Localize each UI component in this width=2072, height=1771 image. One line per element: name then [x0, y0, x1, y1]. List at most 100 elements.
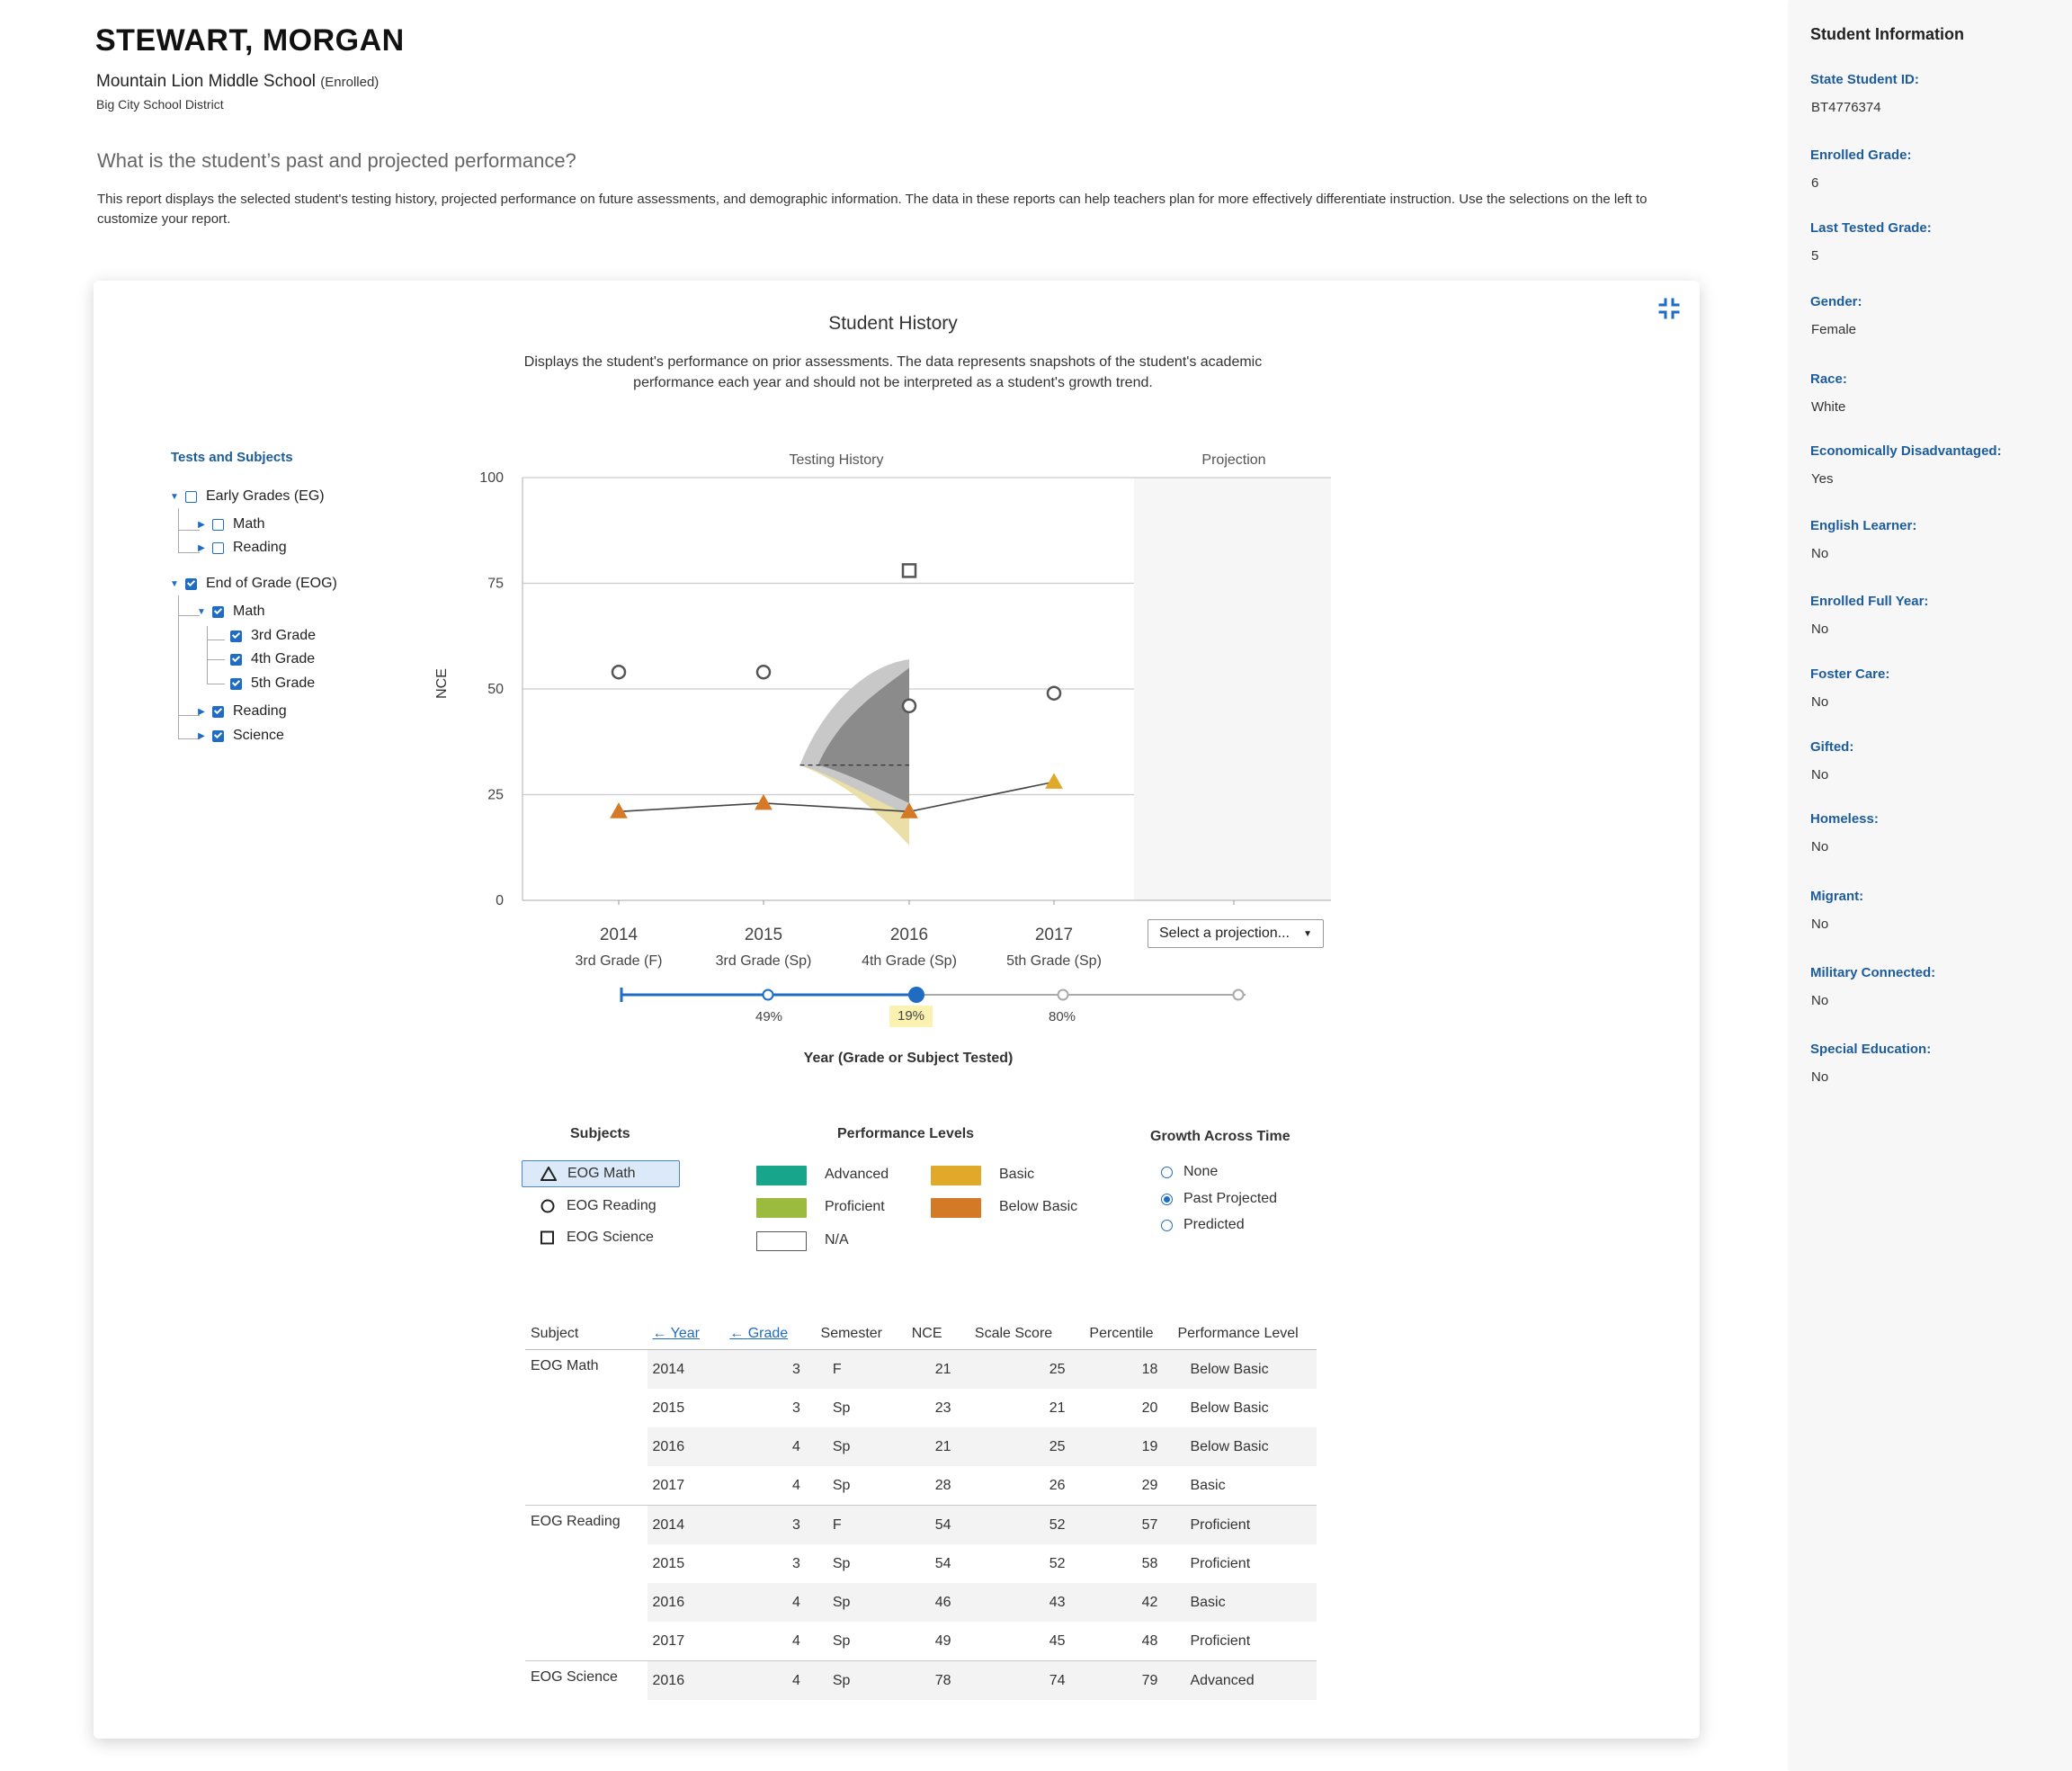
checkbox-5th-grade[interactable] [230, 677, 242, 690]
slider-handle[interactable] [908, 987, 924, 1003]
year-slider[interactable] [612, 980, 1259, 1016]
legend-subject-eog-math[interactable]: EOG Math [522, 1160, 680, 1187]
cell-scale-score: 52 [1049, 1555, 1066, 1571]
x-label-grade: 3rd Grade (F) [576, 953, 663, 969]
cell-percentile: 19 [1070, 1427, 1173, 1466]
performance-levels-title: Performance Levels [837, 1126, 975, 1141]
tree-item-eog-math[interactable]: ▼ Math [196, 602, 265, 622]
caret-down-icon[interactable]: ▼ [169, 492, 180, 502]
radio-icon[interactable] [1161, 1219, 1173, 1231]
tree-item-5th-grade[interactable]: 5th Grade [230, 674, 315, 693]
caret-down-icon[interactable]: ▼ [169, 579, 180, 589]
legend-subject-eog-reading[interactable]: EOG Reading [522, 1193, 680, 1220]
school-line: Mountain Lion Middle School (Enrolled) [96, 72, 379, 92]
col-performance-level[interactable]: Performance Level [1172, 1319, 1317, 1350]
caret-down-icon[interactable]: ▼ [196, 607, 207, 617]
swatch-proficient [756, 1198, 807, 1218]
cell-nce: 78 [897, 1660, 957, 1700]
y-tick-label: 100 [479, 470, 504, 486]
checkbox-end-of-grade[interactable] [185, 577, 197, 590]
checkbox-early-grades[interactable] [185, 490, 197, 503]
tree-item-eog-science[interactable]: ▶ Science [196, 726, 284, 746]
checkbox-4th-grade[interactable] [230, 653, 242, 666]
section-label-testing-history: Testing History [790, 452, 884, 468]
cell-scale-score: 45 [1049, 1632, 1066, 1649]
col-year[interactable]: ← Year [647, 1319, 725, 1350]
info-value: No [1811, 1069, 1829, 1085]
tree-item-eog-reading[interactable]: ▶ Reading [196, 702, 286, 721]
point-eog-math [1045, 773, 1063, 789]
chevron-down-icon: ▼ [1303, 928, 1312, 939]
info-label: English Learner: [1810, 518, 1917, 533]
info-value: No [1811, 694, 1829, 710]
cell-grade: 4 [724, 1660, 806, 1700]
slider-stop-projection [1232, 988, 1245, 1001]
cell-grade: 3 [791, 1555, 800, 1571]
tree-item-eg-math[interactable]: ▶ Math [196, 514, 265, 534]
cell-year: 2015 [652, 1555, 685, 1571]
tree-item-4th-grade[interactable]: 4th Grade [230, 649, 315, 669]
col-semester[interactable]: Semester [805, 1319, 898, 1350]
info-value: 6 [1811, 175, 1819, 191]
y-axis-label: NCE [434, 668, 450, 699]
table-row: EOG Reading 2014 3 F 54 52 57 Proficient [525, 1505, 1317, 1544]
checkbox-eog-math[interactable] [212, 605, 224, 618]
radio-icon[interactable] [1161, 1193, 1173, 1205]
table-row: 2017 4 Sp 49 45 48 Proficient [525, 1622, 1317, 1661]
tree-item-3rd-grade[interactable]: 3rd Grade [230, 626, 316, 646]
page-question: What is the student’s past and projected… [97, 149, 576, 172]
checkbox-eg-reading[interactable] [212, 541, 224, 554]
cell-subject [525, 1622, 648, 1661]
cell-scale-score: 25 [956, 1349, 1071, 1389]
caret-right-icon[interactable]: ▶ [196, 520, 207, 530]
info-label: Gifted: [1810, 739, 1854, 755]
cell-grade: 4 [791, 1632, 800, 1649]
col-nce[interactable]: NCE [897, 1319, 957, 1350]
radio-label: Past Projected [1183, 1191, 1278, 1206]
tree-item-label: Math [233, 516, 265, 532]
slider-label-2015: 49% [755, 1009, 783, 1024]
table-row: 2016 4 Sp 46 43 42 Basic [525, 1583, 1317, 1622]
level-label-na: N/A [825, 1232, 849, 1248]
cell-semester: Sp [832, 1632, 851, 1649]
radio-growth-none[interactable]: None [1161, 1164, 1218, 1180]
cell-subject [525, 1544, 648, 1583]
y-tick-label: 25 [487, 788, 504, 803]
col-year-label: Year [670, 1326, 700, 1341]
cell-semester: Sp [832, 1555, 851, 1571]
legend-subject-eog-science[interactable]: EOG Science [522, 1224, 680, 1251]
checkbox-eog-reading[interactable] [212, 705, 224, 718]
cell-subject [525, 1389, 648, 1427]
tree-item-eg-reading[interactable]: ▶ Reading [196, 538, 286, 558]
radio-growth-past-projected[interactable]: Past Projected [1161, 1191, 1277, 1207]
student-history-chart: 0 25 50 75 100 NCE Testing History Projection 20… [434, 452, 1331, 969]
info-label: Enrolled Full Year: [1810, 594, 1929, 609]
tree-item-end-of-grade[interactable]: ▼ End of Grade (EOG) [169, 574, 337, 594]
info-label: Homeless: [1810, 811, 1879, 827]
cell-year: 2016 [647, 1660, 725, 1700]
tree-item-label: End of Grade (EOG) [206, 576, 337, 591]
cell-year: 2015 [652, 1400, 685, 1416]
info-label: Special Education: [1810, 1042, 1932, 1057]
level-label-advanced: Advanced [825, 1167, 889, 1182]
checkbox-eg-math[interactable] [212, 518, 224, 531]
level-label-basic: Basic [999, 1167, 1035, 1182]
checkbox-eog-science[interactable] [212, 729, 224, 742]
cell-semester: Sp [805, 1583, 898, 1622]
col-subject[interactable]: Subject [525, 1319, 648, 1350]
cell-semester: Sp [805, 1660, 898, 1700]
col-scale-score[interactable]: Scale Score [956, 1319, 1071, 1350]
cell-year: 2017 [652, 1477, 685, 1493]
col-percentile[interactable]: Percentile [1070, 1319, 1173, 1350]
caret-right-icon[interactable]: ▶ [196, 707, 207, 717]
tree-item-early-grades[interactable]: ▼ Early Grades (EG) [169, 487, 325, 506]
series-line-eog-math [618, 781, 1055, 813]
caret-right-icon[interactable]: ▶ [196, 543, 207, 553]
card-description: Displays the student's performance on pr… [523, 354, 1263, 390]
col-grade[interactable]: ← Grade [724, 1319, 806, 1350]
caret-right-icon[interactable]: ▶ [196, 731, 207, 741]
radio-icon[interactable] [1161, 1166, 1173, 1178]
radio-growth-predicted[interactable]: Predicted [1161, 1217, 1245, 1233]
projection-select[interactable]: Select a projection... ▼ [1148, 919, 1324, 948]
checkbox-3rd-grade[interactable] [230, 630, 242, 642]
